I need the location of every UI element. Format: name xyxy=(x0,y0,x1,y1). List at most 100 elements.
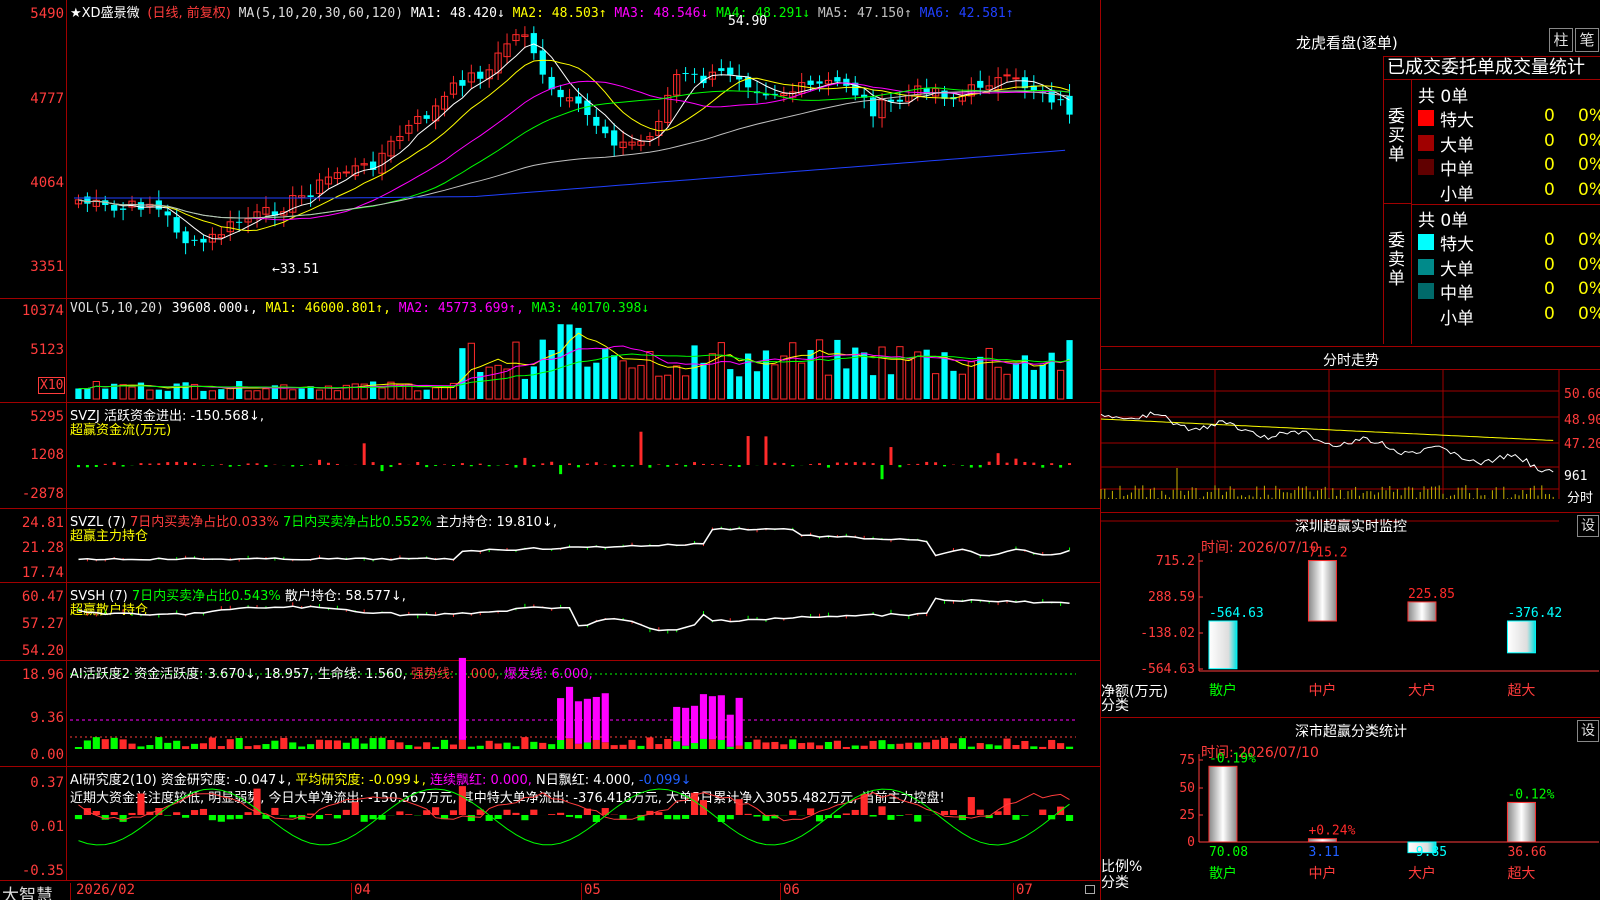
volume-bar xyxy=(119,384,127,400)
candle-body xyxy=(342,171,350,174)
volume-bar xyxy=(369,381,377,399)
activity-bar xyxy=(646,737,654,749)
volume-bar xyxy=(950,370,957,399)
order-percent: 0% xyxy=(1578,230,1600,250)
activity-bar xyxy=(655,744,663,749)
category-bar xyxy=(1506,620,1536,654)
category-bar xyxy=(1208,765,1238,843)
svzl-line xyxy=(77,526,1071,562)
volume-bar xyxy=(861,352,868,399)
research-bar xyxy=(967,797,975,815)
activity-bar xyxy=(137,746,145,749)
research-bar xyxy=(851,809,859,815)
activity-bar xyxy=(440,739,449,749)
activity-bar xyxy=(780,744,788,749)
research-bar xyxy=(128,812,136,815)
activity-bar xyxy=(1003,738,1011,749)
research-bar xyxy=(833,815,841,819)
research-bar xyxy=(1012,815,1020,820)
volume-bar xyxy=(253,390,261,400)
research-bar xyxy=(503,809,511,815)
activity-bar xyxy=(512,746,520,749)
category-bar xyxy=(1208,620,1238,670)
activity-burst-bar xyxy=(583,698,591,743)
sz-monitor-panel[interactable]: 深圳超赢实时监控 设 时间: 2026/07/10 净额(万元) 分类 715.… xyxy=(1101,512,1600,717)
order-type-label: 特大 xyxy=(1440,235,1474,255)
candle-body xyxy=(816,81,823,84)
research-bar xyxy=(333,815,341,819)
activity-bar xyxy=(807,742,815,749)
research-bar xyxy=(664,815,672,820)
candle-body xyxy=(119,208,127,210)
svzl-pane[interactable]: 24.81 21.28 17.74 SVZL (7) 7日内买卖净占比0.033… xyxy=(0,508,1100,582)
svsh-line xyxy=(78,597,1070,632)
volume-bar xyxy=(423,389,430,399)
candle-body xyxy=(459,80,466,86)
kline-chart-area[interactable]: 5490 4777 4064 3351 ★XD盛景微 (日线, 前复权) MA(… xyxy=(0,0,1100,900)
candle-body xyxy=(111,204,118,211)
research-bar xyxy=(735,799,743,815)
activity-bar xyxy=(762,742,770,749)
category-label: 中户 xyxy=(1308,865,1336,882)
tab-bar-chart[interactable]: 柱 xyxy=(1549,28,1573,52)
volume-bar xyxy=(655,375,663,400)
longhu-table: 委买单 委卖单 共 0单 特大00%大单00%中单00%小单00% 共 0单 特… xyxy=(1383,80,1600,344)
activity-bar xyxy=(280,737,288,749)
activity-bar xyxy=(253,745,261,749)
ai-activity-pane[interactable]: 18.96 9.36 0.00 AI活跃度2 资金活跃度: 3.670↓, 18… xyxy=(0,657,1100,766)
order-row: 大单 0 0% xyxy=(1384,131,1600,156)
ai-research-pane[interactable]: 0.37 0.01 -0.35 AI研究度2(10) 资金研究度: -0.047… xyxy=(0,766,1100,880)
category-label: 大户 xyxy=(1408,865,1436,882)
intraday-panel[interactable]: 分时走势 50.60 48.90 47.20 961 分时 xyxy=(1100,346,1600,522)
volume-pane[interactable]: 10374 5123 X10 VOL(5,10,20) 39608.000↓, … xyxy=(0,298,1100,402)
research-bar xyxy=(405,814,413,815)
activity-bar xyxy=(985,744,993,749)
activity-bar xyxy=(896,743,904,749)
category-label: 中户 xyxy=(1308,682,1336,699)
research-bar xyxy=(842,813,850,815)
research-bar xyxy=(548,814,556,815)
chart-axis-label: 715.2 xyxy=(1156,554,1195,569)
order-color-swatch xyxy=(1418,307,1434,324)
svzj-pane[interactable]: 5295 1208 -2878 SVZJ 活跃资金进出: -150.568↓, … xyxy=(0,402,1100,508)
activity-bar xyxy=(869,740,877,749)
activity-bar xyxy=(958,738,966,749)
candle-body xyxy=(896,99,904,102)
activity-bar xyxy=(271,740,279,749)
svsh-pane[interactable]: 60.47 57.27 54.20 SVSH (7) 7日内买卖净占比0.543… xyxy=(0,582,1100,660)
longhu-header: 已成交委托单成交量统计 xyxy=(1383,56,1600,80)
volume-bar xyxy=(869,375,877,399)
svzj-bars xyxy=(76,431,1072,480)
research-bar xyxy=(976,809,984,815)
candle-body xyxy=(423,115,430,119)
volume-bar xyxy=(351,383,359,400)
sell-total: 共 0单 xyxy=(1418,211,1469,231)
category-label: 超大 xyxy=(1507,866,1535,882)
price-pane[interactable]: 5490 4777 4064 3351 ★XD盛景微 (日线, 前复权) MA(… xyxy=(0,0,1100,298)
volume-bar xyxy=(628,367,636,400)
activity-bar xyxy=(423,742,431,749)
sz-stats-panel[interactable]: 深市超赢分类统计 设 时间: 2026/07/10 比例% 分类 75 50 25 0… xyxy=(1101,717,1600,900)
activity-bar xyxy=(217,746,225,749)
brand-logo: 大智慧 xyxy=(2,886,53,900)
activity-bar xyxy=(744,742,752,749)
activity-bar xyxy=(1065,746,1074,749)
activity-bar xyxy=(994,745,1002,749)
activity-bar xyxy=(414,746,422,749)
volume-bar xyxy=(602,348,609,399)
candle-body xyxy=(727,67,734,75)
bar-value-label: -564.63 xyxy=(1209,606,1264,621)
activity-bar xyxy=(315,739,324,749)
research-bar xyxy=(110,812,118,815)
activity-bar xyxy=(949,743,958,749)
volume-bar xyxy=(236,381,243,399)
activity-bar xyxy=(244,746,252,749)
research-bar xyxy=(208,815,216,821)
research-bar xyxy=(753,815,761,817)
tab-tick-list[interactable]: 笔 xyxy=(1575,28,1599,52)
activity-bar xyxy=(485,740,493,749)
volume-bar xyxy=(387,381,395,400)
volume-bar xyxy=(566,324,573,399)
activity-bar xyxy=(405,745,413,749)
lock-icon[interactable] xyxy=(1085,885,1095,894)
